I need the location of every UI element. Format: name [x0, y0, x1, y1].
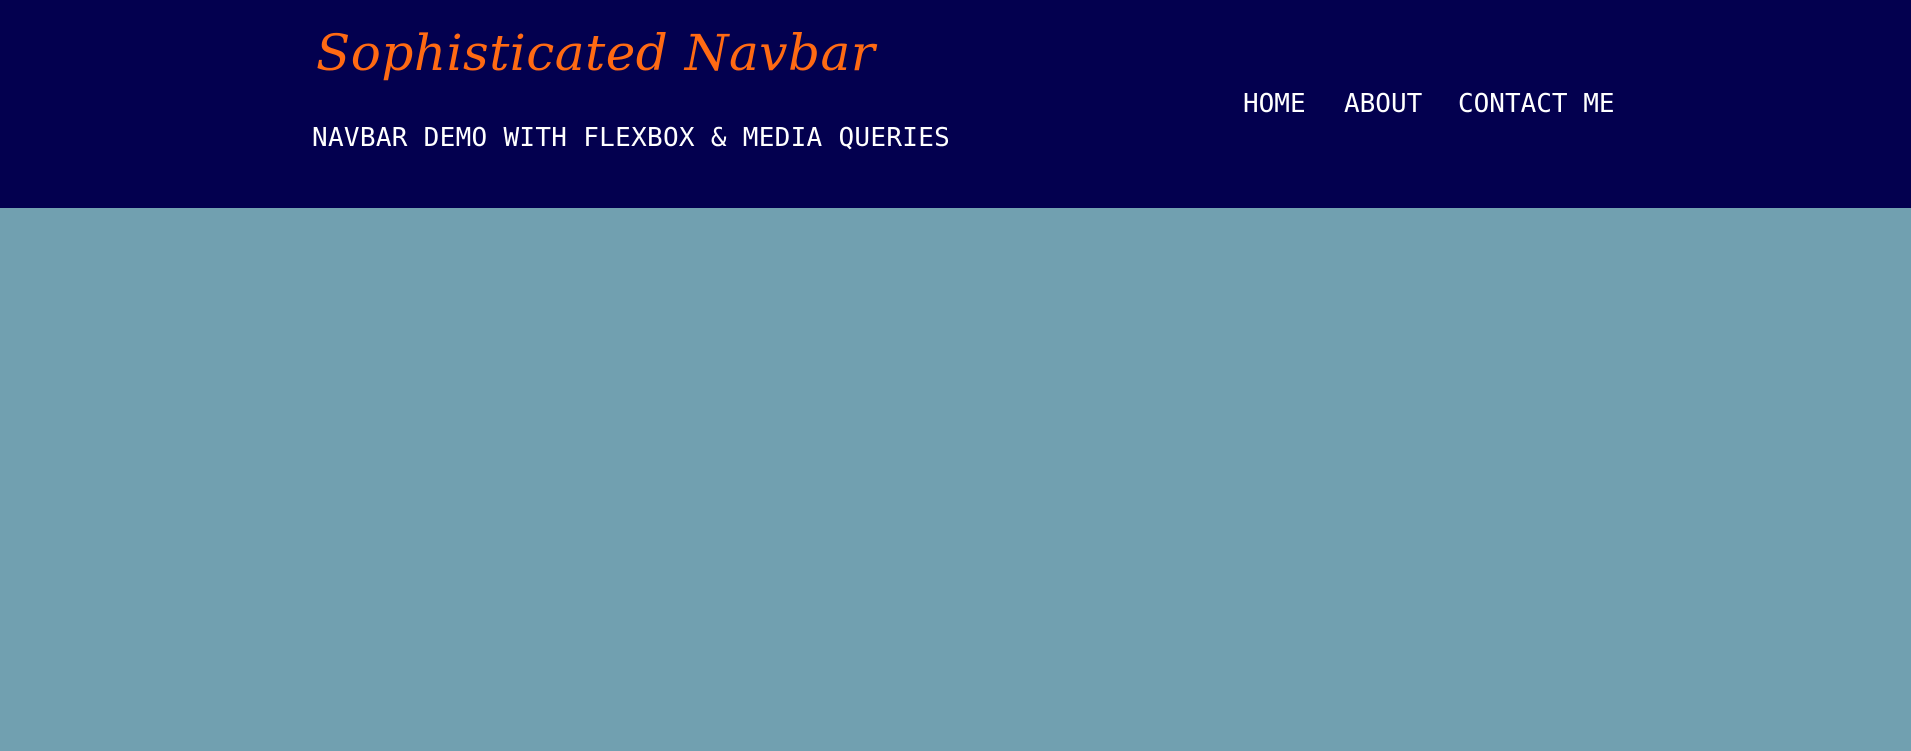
site-header: Sophisticated Navbar NAVBAR DEMO WITH FL… [0, 0, 1911, 208]
nav-link-about[interactable]: ABOUT [1344, 84, 1422, 124]
nav-link-contact-me[interactable]: CONTACT ME [1458, 84, 1615, 124]
nav-link-home[interactable]: HOME [1243, 84, 1306, 124]
brand-title: Sophisticated Navbar [316, 24, 876, 82]
brand-subtitle: NAVBAR DEMO WITH FLEXBOX & MEDIA QUERIES [312, 123, 951, 153]
main-content-area [0, 208, 1911, 751]
